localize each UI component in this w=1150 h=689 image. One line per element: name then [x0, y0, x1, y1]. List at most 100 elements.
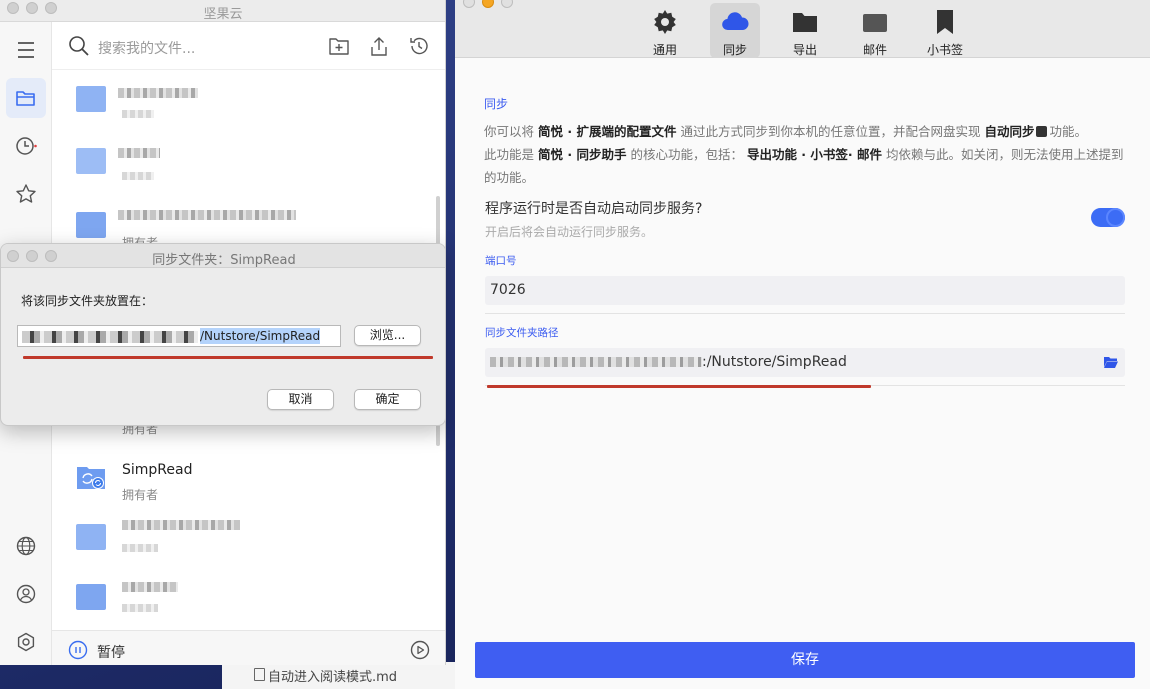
- autostart-toggle[interactable]: [1091, 208, 1125, 227]
- sidebar-item-files[interactable]: [6, 78, 46, 118]
- dialog-path-field[interactable]: /Nutstore/SimpRead: [17, 325, 341, 347]
- sidebar-item-settings[interactable]: [6, 622, 46, 662]
- background-file-name: 自动进入阅读模式.md: [268, 670, 398, 685]
- file-sub-redacted: [122, 110, 154, 118]
- background-file-item[interactable]: 自动进入阅读模式.md: [222, 662, 456, 689]
- tab-label: 导出: [792, 43, 817, 57]
- folder-icon: [793, 13, 817, 32]
- hamburger-icon: [18, 42, 34, 58]
- file-name: SimpRead: [122, 462, 193, 478]
- settings-icon: [17, 632, 35, 652]
- minimize-window-button[interactable]: [482, 0, 494, 8]
- nutstore-status-bar: 暂停: [52, 630, 445, 665]
- list-item[interactable]: [52, 510, 434, 572]
- path-label: 同步文件夹路径: [485, 327, 559, 339]
- dialog-path-suffix: /Nutstore/SimpRead: [200, 328, 321, 344]
- sidebar-item-starred[interactable]: [6, 174, 46, 214]
- port-input[interactable]: 7026: [485, 276, 1125, 305]
- clock-icon: [16, 137, 37, 155]
- list-item[interactable]: [52, 570, 434, 632]
- save-button[interactable]: 保存: [475, 642, 1135, 678]
- tab-label: 通用: [652, 43, 677, 57]
- gear-icon: [654, 10, 676, 34]
- file-name-redacted: [122, 582, 178, 592]
- cancel-button[interactable]: 取消: [267, 389, 334, 410]
- desc-text: 此功能是: [484, 147, 535, 162]
- folder-icon: [76, 212, 106, 238]
- file-sub-redacted: [122, 604, 158, 612]
- ok-button[interactable]: 确定: [354, 389, 421, 410]
- desc-text: 的核心功能，包括：: [630, 147, 743, 162]
- sync-description: 你可以将 简悦 · 扩展端的配置文件 通过此方式同步到你本机的任意位置，并配合网…: [484, 120, 1134, 189]
- tab-label: 邮件: [862, 43, 887, 57]
- play-icon[interactable]: [410, 640, 430, 660]
- desc-text: 功能。: [1049, 124, 1087, 139]
- sync-folder-dialog: 同步文件夹：SimpRead 将该同步文件夹放置在： /Nutstore/Sim…: [0, 243, 446, 426]
- autostart-hint: 开启后将会自动运行同步服务。: [485, 225, 654, 239]
- autostart-question: 程序运行时是否自动启动同步服务?: [485, 201, 703, 217]
- sidebar-item-account[interactable]: [6, 574, 46, 614]
- file-name-redacted: [122, 520, 240, 530]
- port-label: 端口号: [485, 255, 517, 267]
- bookmark-icon: [937, 10, 953, 34]
- list-item[interactable]: [52, 134, 434, 196]
- folder-icon: [76, 524, 106, 550]
- port-underline: [485, 313, 1125, 314]
- annotation-underline: [487, 385, 871, 388]
- user-circle-icon: [16, 584, 36, 604]
- sync-path-input[interactable]: :/Nutstore/SimpRead: [485, 348, 1125, 377]
- close-window-button[interactable]: [463, 0, 475, 8]
- nutstore-search-bar: 搜索我的文件...: [52, 22, 445, 70]
- dialog-titlebar: 同步文件夹：SimpRead: [1, 244, 445, 268]
- desc-bold: 导出功能 · 小书签· 邮件: [746, 147, 882, 162]
- folder-icon: [76, 584, 106, 610]
- file-name-redacted: [118, 210, 296, 220]
- file-sub-redacted: [122, 172, 154, 180]
- dialog-title: 同步文件夹：SimpRead: [152, 253, 296, 268]
- upload-icon[interactable]: [368, 35, 390, 57]
- file-owner: 拥有者: [122, 488, 159, 502]
- cloud-icon: [722, 12, 749, 31]
- desc-bold: 简悦 · 同步助手: [538, 147, 627, 162]
- tab-sync[interactable]: 同步: [710, 3, 760, 58]
- sync-folder-icon: [77, 467, 105, 489]
- zoom-window-button[interactable]: [501, 0, 513, 8]
- sidebar-item-recent[interactable]: [6, 126, 46, 166]
- file-name-redacted: [118, 148, 160, 158]
- pause-icon[interactable]: [68, 640, 88, 660]
- list-item[interactable]: [52, 72, 434, 134]
- search-icon: [69, 36, 89, 56]
- desc-bold: 简悦 · 扩展端的配置文件: [538, 124, 677, 139]
- folder-icon: [76, 86, 106, 112]
- annotation-underline: [23, 356, 433, 359]
- folder-open-icon[interactable]: [1103, 355, 1119, 369]
- simpread-window-controls: [463, 0, 513, 8]
- tab-label: 同步: [722, 43, 747, 57]
- section-title: 同步: [484, 97, 509, 111]
- history-icon[interactable]: [408, 35, 430, 57]
- sync-path-suffix: :/Nutstore/SimpRead: [702, 354, 847, 370]
- tab-mail[interactable]: 邮件: [850, 3, 900, 58]
- mail-icon: [863, 14, 887, 32]
- tab-bookmarklet[interactable]: 小书签: [920, 3, 970, 58]
- external-link-icon[interactable]: [1036, 126, 1048, 137]
- browse-button[interactable]: 浏览...: [354, 325, 421, 346]
- new-folder-icon[interactable]: [328, 35, 350, 57]
- tab-general[interactable]: 通用: [640, 3, 690, 58]
- simpread-window: 通用 同步 导出 邮件 小书签 同步 你可以将 简悦 · 扩展端的配置文件 通过…: [455, 0, 1150, 689]
- pause-label[interactable]: 暂停: [97, 642, 125, 662]
- file-name-redacted: [118, 88, 198, 98]
- list-item-simpread[interactable]: SimpRead 拥有者: [52, 450, 434, 512]
- nutstore-window-title: 坚果云: [203, 7, 243, 22]
- path-redacted: [22, 330, 198, 343]
- preferences-toolbar: 通用 同步 导出 邮件 小书签: [455, 0, 1150, 58]
- toggle-knob: [1106, 208, 1125, 227]
- sidebar-item-web[interactable]: [6, 526, 46, 566]
- path-redacted: [490, 357, 702, 367]
- menu-button[interactable]: [6, 30, 46, 70]
- desc-bold: 自动同步: [984, 124, 1035, 139]
- desc-text: 你可以将: [484, 124, 535, 139]
- folder-icon: [76, 148, 106, 174]
- tab-export[interactable]: 导出: [780, 3, 830, 58]
- search-input[interactable]: 搜索我的文件...: [98, 38, 195, 58]
